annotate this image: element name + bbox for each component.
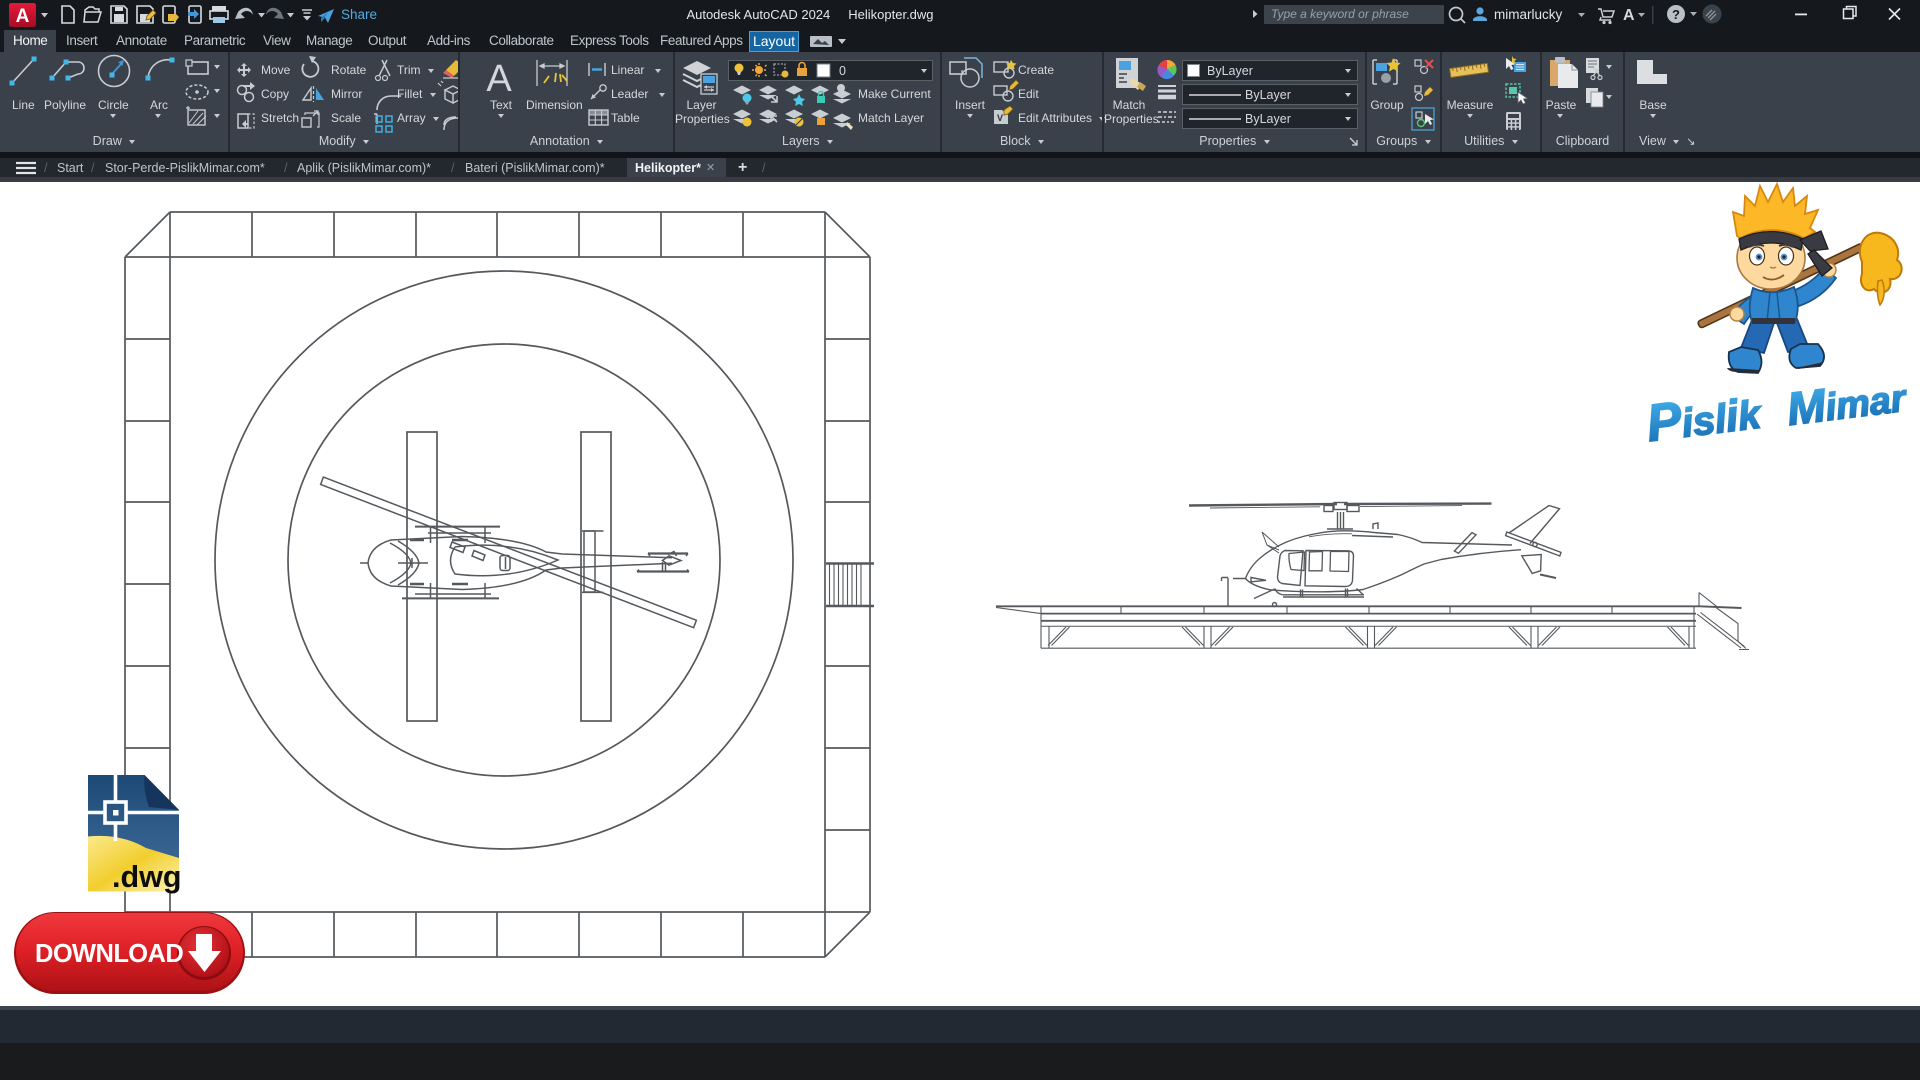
svg-text:DOWNLOAD: DOWNLOAD — [35, 940, 183, 968]
svg-text:.dwg: .dwg — [112, 860, 181, 894]
svg-text:Pislik: Pislik — [1643, 382, 1765, 454]
svg-text:Mimar: Mimar — [1784, 369, 1910, 435]
svg-text:?: ? — [1672, 7, 1680, 22]
svg-text:A: A — [1623, 7, 1635, 24]
svg-text:V: V — [997, 113, 1003, 123]
svg-text:A: A — [486, 58, 512, 100]
